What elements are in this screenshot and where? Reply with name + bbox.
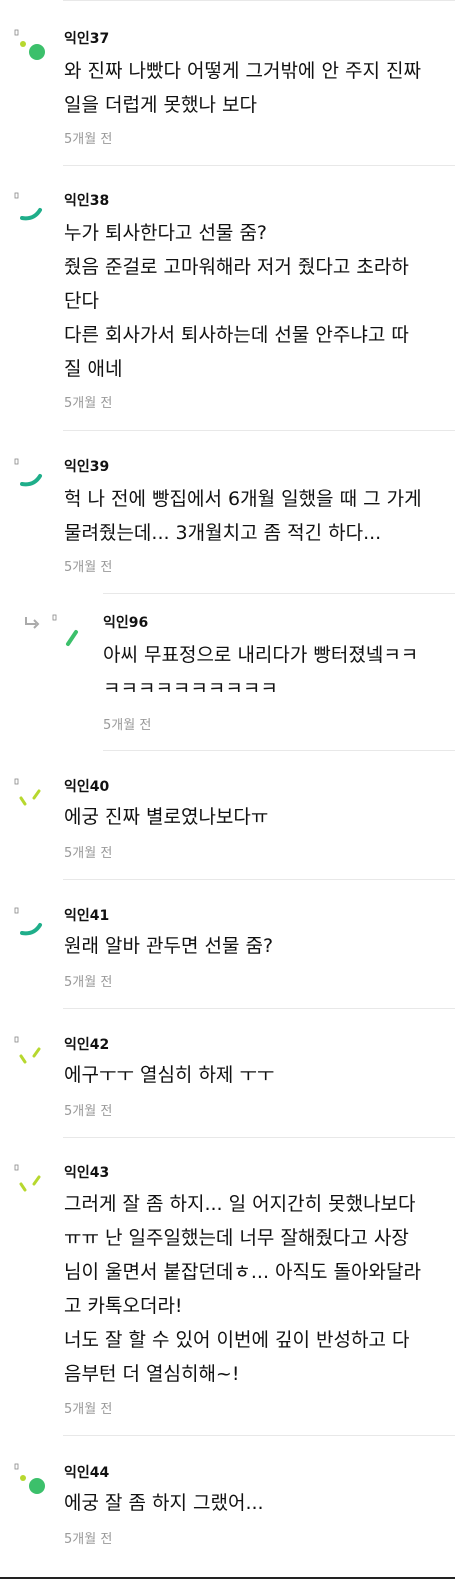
comment-text: 와 진짜 나빴다 어떻게 그거밖에 안 주지 진짜 일을 더럽게 못했나 보다 <box>64 60 421 116</box>
slash-green-icon <box>52 614 78 646</box>
arc-teal-icon <box>14 192 42 221</box>
divider <box>103 750 455 751</box>
arc-teal-icon <box>14 907 42 936</box>
timestamp: 5개월 전 <box>64 1104 113 1119</box>
timestamp: 5개월 전 <box>64 396 113 411</box>
comment-text: 에궁 진짜 별로였나보다ㅠ <box>64 806 269 828</box>
timestamp: 5개월 전 <box>64 846 113 861</box>
top-divider <box>63 0 455 1</box>
comment-text: 누가 퇴사한다고 선물 줌? 줬음 준걸로 고마워해라 저거 줬다고 초라하 단… <box>64 222 409 380</box>
ticks-lime-icon <box>14 778 41 806</box>
comment-text: 에구ㅜㅜ 열심히 하제 ㅜㅜ <box>64 1064 275 1086</box>
divider <box>63 1435 455 1436</box>
author-name[interactable]: 익인37 <box>64 30 109 48</box>
divider <box>103 593 455 594</box>
divider <box>63 1137 455 1138</box>
dot-green-icon <box>14 1463 45 1494</box>
ticks-lime-icon <box>14 1164 41 1192</box>
author-name[interactable]: 익인43 <box>64 1164 109 1182</box>
comment-text: 에궁 잘 좀 하지 그랬어... <box>64 1492 264 1514</box>
divider <box>63 165 455 166</box>
arc-teal-icon <box>14 458 42 487</box>
author-name[interactable]: 익인38 <box>64 192 109 210</box>
comment-text: 헉 나 전에 빵집에서 6개월 일했을 때 그 가게 물려줬는데... 3개월치… <box>64 488 422 544</box>
author-name[interactable]: 익인42 <box>64 1036 109 1054</box>
divider <box>63 1008 455 1009</box>
dot-green-icon <box>14 29 45 60</box>
timestamp: 5개월 전 <box>64 975 113 990</box>
timestamp: 5개월 전 <box>64 560 113 575</box>
author-name[interactable]: 익인44 <box>64 1464 109 1482</box>
divider <box>63 879 455 880</box>
comment-text: 그러게 잘 좀 하지... 일 어지간히 못했나보다 ㅠㅠ 난 일주일했는데 너… <box>64 1193 421 1385</box>
divider <box>63 430 455 431</box>
comment-text: 아씨 무표정으로 내리다가 빵터졌넼ㅋㅋ ㅋㅋㅋㅋㅋㅋㅋㅋㅋㅋ <box>103 644 419 692</box>
author-name[interactable]: 익인96 <box>103 614 148 632</box>
timestamp: 5개월 전 <box>103 718 152 733</box>
author-name[interactable]: 익인41 <box>64 907 109 925</box>
ticks-lime-icon <box>14 1036 41 1064</box>
timestamp: 5개월 전 <box>64 132 113 147</box>
timestamp: 5개월 전 <box>64 1532 113 1547</box>
author-name[interactable]: 익인40 <box>64 778 109 796</box>
comment-text: 원래 알바 관두면 선물 줌? <box>64 935 274 957</box>
author-name[interactable]: 익인39 <box>64 458 109 476</box>
reply-arrow-icon <box>25 617 40 629</box>
timestamp: 5개월 전 <box>64 1402 113 1417</box>
